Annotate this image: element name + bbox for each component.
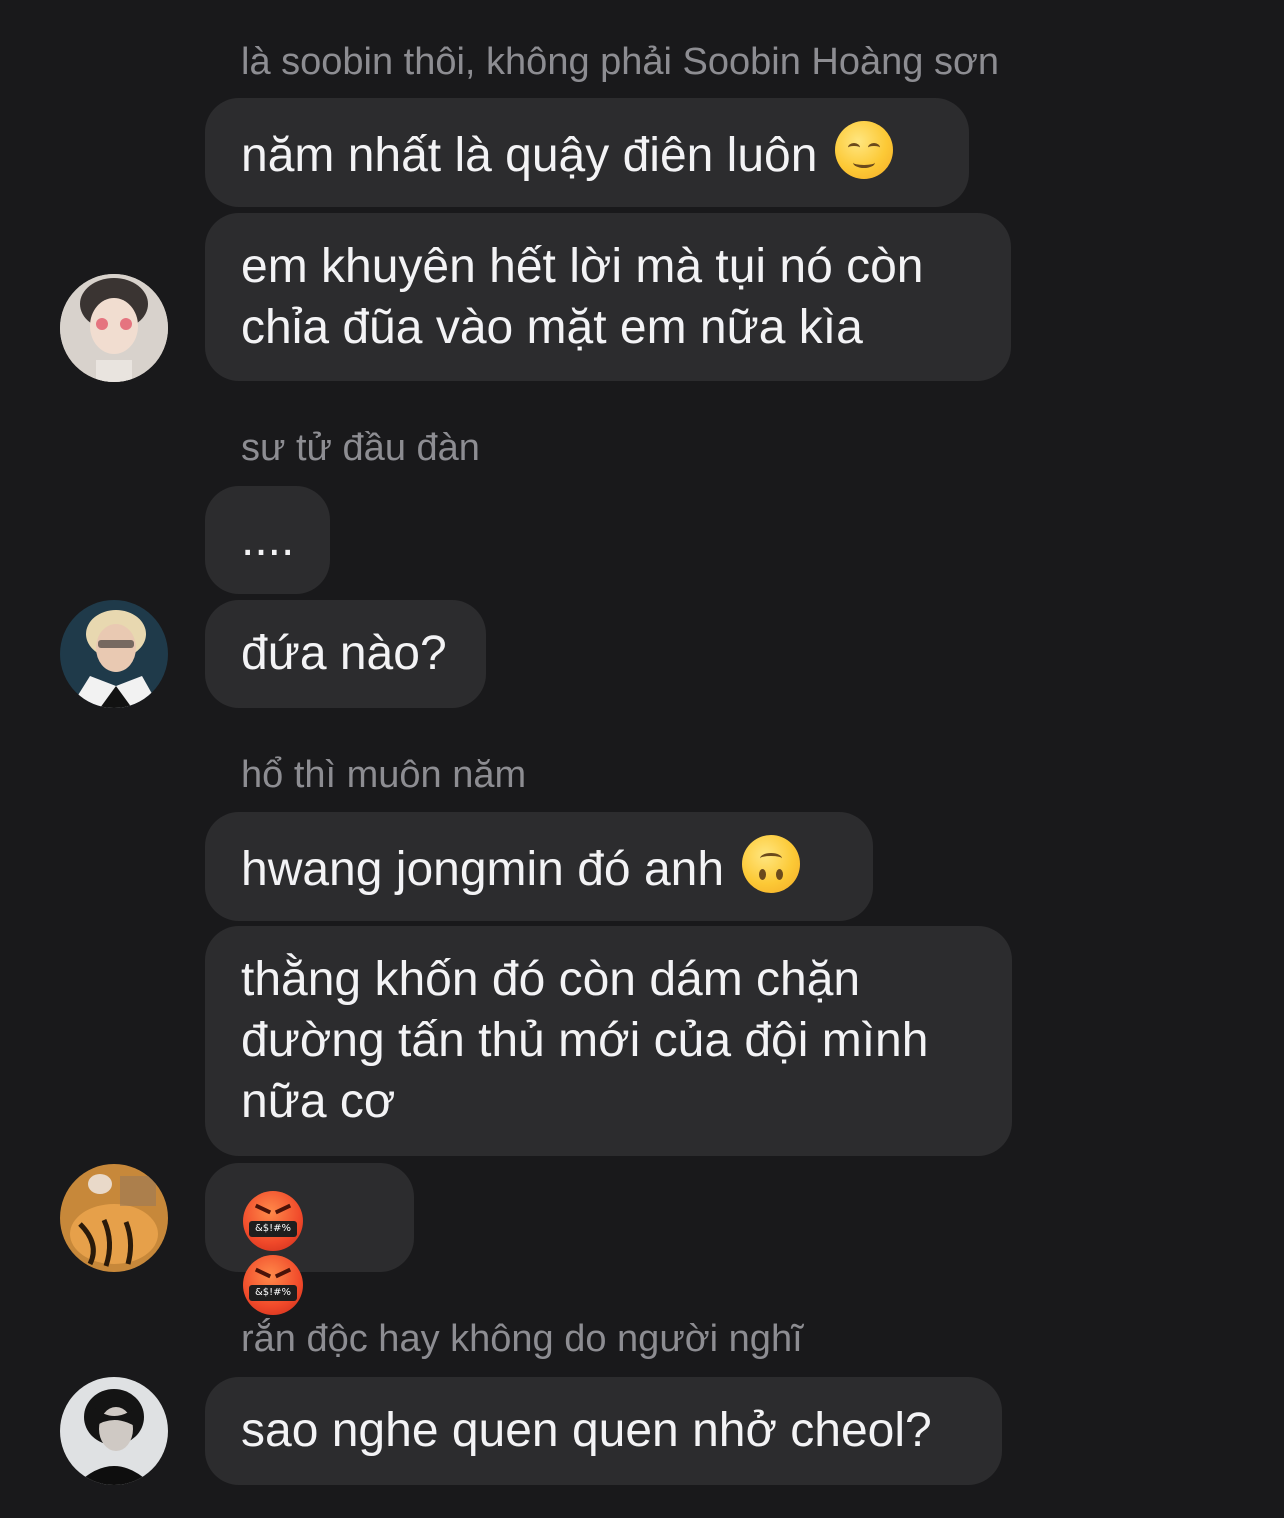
avatar[interactable] [60,1377,168,1485]
sender-name: hổ thì muôn năm [241,754,527,796]
face-with-symbols-on-mouth-icon: &$!#% [243,1191,303,1252]
message-text: đứa nào? [241,627,447,680]
message-text: thằng khốn đó còn dám chặn đường tấn thủ… [241,953,929,1128]
avatar-tiger-image [60,1164,168,1272]
message-text: em khuyên hết lời mà tụi nó còn chỉa đũa… [241,240,924,354]
message-text: .... [241,513,295,566]
message-bubble[interactable]: em khuyên hết lời mà tụi nó còn chỉa đũa… [205,213,1011,381]
sender-name: rắn độc hay không do người nghĩ [241,1318,803,1360]
message-text: sao nghe quen quen nhở cheol? [241,1404,932,1457]
message-bubble[interactable]: đứa nào? [205,600,486,708]
message-bubble[interactable]: năm nhất là quậy điên luôn [205,98,969,207]
avatar[interactable] [60,1164,168,1272]
message-bubble[interactable]: .... [205,486,330,594]
message-bubble[interactable]: &$!#% &$!#% [205,1163,414,1315]
message-bubble[interactable]: sao nghe quen quen nhở cheol? [205,1377,1002,1485]
sender-name: là soobin thôi, không phải Soobin Hoàng … [241,41,1000,83]
message-bubble[interactable]: hwang jongmin đó anh [205,812,873,921]
message-text: năm nhất là quậy điên luôn [241,129,818,182]
message-bubble[interactable]: thằng khốn đó còn dám chặn đường tấn thủ… [205,926,1012,1156]
face-with-symbols-on-mouth-icon: &$!#% [243,1254,303,1315]
avatar-lion-image [60,600,168,708]
avatar[interactable] [60,600,168,708]
avatar-snake-image [60,1377,168,1485]
message-text: hwang jongmin đó anh [241,843,725,896]
avatar[interactable] [60,274,168,382]
upside-down-face-icon [742,835,801,893]
sender-name: sư tử đầu đàn [241,427,480,469]
relieved-face-icon [835,121,894,179]
avatar-soobin-image [60,274,168,382]
